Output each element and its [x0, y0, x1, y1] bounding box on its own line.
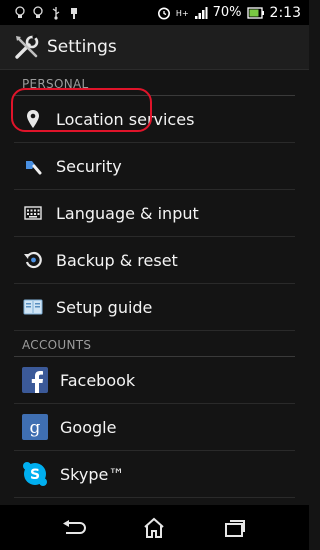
section-header-personal: PERSONAL: [14, 70, 295, 96]
bulb-icon: [32, 5, 44, 20]
settings-item-label: Location services: [56, 109, 195, 129]
settings-item-label: Language & input: [56, 203, 199, 223]
google-icon: g: [22, 414, 48, 440]
settings-item-label: Backup & reset: [56, 250, 178, 270]
home-icon[interactable]: [132, 510, 176, 546]
setup-guide-icon: [22, 296, 44, 318]
settings-item-label: Skype™: [60, 464, 125, 484]
back-icon[interactable]: [52, 510, 96, 546]
settings-item-location-services[interactable]: Location services: [14, 96, 295, 143]
alarm-icon: [157, 6, 171, 20]
tool-icon: [68, 6, 80, 20]
location-pin-icon: [22, 108, 44, 130]
settings-item-skype[interactable]: S Skype™: [14, 451, 295, 498]
facebook-icon: [22, 367, 48, 393]
navigation-bar: [0, 505, 309, 550]
clock: 2:13: [269, 4, 301, 21]
settings-item-facebook[interactable]: Facebook: [14, 357, 295, 404]
usb-icon: [50, 6, 62, 20]
settings-item-label: Security: [56, 156, 122, 176]
settings-item-google[interactable]: g Google: [14, 404, 295, 451]
svg-text:g: g: [30, 418, 41, 438]
settings-item-setup-guide[interactable]: Setup guide: [14, 284, 295, 331]
security-key-icon: [22, 155, 44, 177]
battery-icon: [246, 6, 265, 20]
page-title: Settings: [47, 37, 117, 57]
network-type: H+: [175, 8, 189, 18]
battery-percent: 70%: [212, 5, 242, 20]
settings-list: PERSONAL Location services Security Lang…: [0, 70, 309, 505]
backup-restore-icon: [22, 249, 44, 271]
settings-item-label: Google: [60, 417, 117, 437]
svg-text:S: S: [30, 467, 40, 483]
settings-tools-icon[interactable]: [13, 33, 41, 61]
signal-icon: [194, 6, 208, 20]
settings-item-language-input[interactable]: Language & input: [14, 190, 295, 237]
keyboard-icon: [22, 202, 44, 224]
status-bar: H+ 70% 2:13: [0, 0, 309, 25]
settings-item-label: Facebook: [60, 370, 136, 390]
settings-item-security[interactable]: Security: [14, 143, 295, 190]
recent-apps-icon[interactable]: [213, 510, 257, 546]
settings-item-backup-reset[interactable]: Backup & reset: [14, 237, 295, 284]
bulb-icon: [14, 5, 26, 20]
settings-item-label: Setup guide: [56, 297, 153, 317]
skype-icon: S: [22, 461, 48, 487]
action-bar: Settings: [0, 25, 309, 70]
section-header-accounts: ACCOUNTS: [14, 331, 295, 357]
